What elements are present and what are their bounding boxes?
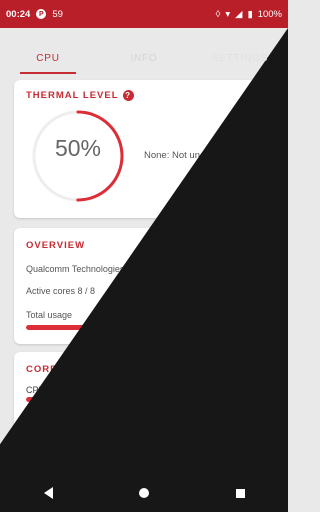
status-time: 00:24 (6, 8, 31, 20)
thermal-title: THERMAL LEVEL (26, 90, 119, 102)
vibrate-icon: ◊ (215, 8, 221, 20)
notification-icon: P (36, 9, 47, 19)
core-bar-fill (26, 397, 262, 402)
core-percent: 100% (238, 433, 262, 443)
core-freq: 1.90 GHz (62, 433, 101, 443)
core-range: [0.30 GHz - 1.90 GHz] (116, 433, 206, 443)
thermal-percent: 50% (54, 135, 102, 161)
battery-percent: 100% (257, 8, 282, 20)
core-range: [0.30 GHz - 1.90 GHz] (116, 409, 206, 419)
total-usage-bar (26, 325, 262, 330)
throttle-status: None: Not under throttling. (144, 150, 256, 161)
home-button[interactable] (129, 487, 159, 501)
core-freq: 1.90 GHz (62, 385, 101, 395)
tab-bar: CPU INFO SETTINGS (0, 28, 288, 74)
core-percent: 100% (238, 385, 262, 395)
core-freq: 1.90 GHz (62, 409, 101, 419)
core-range: [0.30 GHz - 1.90 GHz] (116, 385, 206, 395)
back-icon (43, 486, 53, 499)
home-icon (139, 488, 149, 498)
recents-icon (235, 489, 245, 498)
core-bar (26, 421, 262, 426)
cores-title: CORES (26, 364, 65, 375)
total-usage-label: Total usage (26, 310, 73, 320)
core-bar (26, 397, 262, 402)
total-usage-bar-fill (26, 325, 227, 330)
status-bar: 00:24 P 59 ◊ ▾ ◢ ▮ 100% (0, 0, 288, 28)
tab-settings-label: SETTINGS (211, 53, 269, 64)
navigation-bar (0, 476, 288, 512)
core-range: [0.30 GHz - 1.90 GHz] (116, 459, 206, 469)
signal-icon: ◢ (235, 8, 243, 20)
core-bar (26, 445, 262, 450)
tab-cpu[interactable]: CPU (0, 28, 96, 74)
tab-settings[interactable]: SETTINGS (192, 28, 288, 74)
core-bar-fill (26, 445, 262, 450)
core-percent: 100% (238, 409, 262, 419)
temperature: 42°C (202, 258, 258, 286)
core-name: CPU 4 (26, 459, 53, 469)
wifi-icon: ▾ (225, 8, 231, 20)
core-name: CPU 1 (26, 385, 53, 395)
core-freq: 1.90 GHz (62, 459, 101, 469)
overview-title: OVERVIEW (26, 240, 86, 251)
recents-button[interactable] (225, 487, 255, 501)
thermal-title-row: THERMAL LEVEL? (26, 90, 134, 101)
active-cores: Active cores 8 / 8 (26, 286, 96, 296)
thermal-card: THERMAL LEVEL? 50% None: Not under throt… (14, 80, 270, 218)
overview-card: OVERVIEW Qualcomm Technologies, Inc MSM8… (14, 228, 270, 344)
tab-cpu-label: CPU (36, 53, 60, 64)
core-name: CPU 3 (26, 433, 53, 443)
tab-info-label: INFO (130, 53, 158, 64)
notification-count: 59 (52, 8, 63, 20)
core-bar-fill (26, 421, 262, 426)
tab-info[interactable]: INFO (96, 28, 192, 74)
chip-name: Qualcomm Technologies, Inc MSM8998 (26, 264, 185, 274)
help-icon[interactable]: ? (122, 90, 134, 101)
battery-icon: ▮ (247, 8, 253, 20)
back-button[interactable] (33, 486, 63, 502)
total-usage-percent: 85% (239, 304, 258, 314)
core-name: CPU 2 (26, 409, 53, 419)
core-percent: 100% (238, 459, 262, 469)
